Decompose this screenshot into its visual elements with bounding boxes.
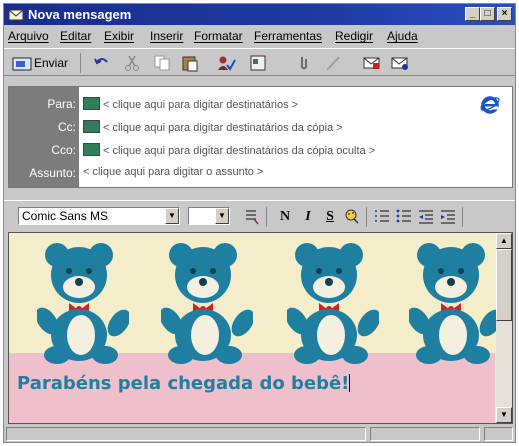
- subject-field-placeholder: < clique aqui para digitar o assunto >: [83, 166, 264, 178]
- minimize-button[interactable]: _: [465, 7, 480, 21]
- cc-label: Cc:: [58, 120, 76, 134]
- font-name-select[interactable]: Comic Sans MS ▼: [18, 207, 180, 225]
- attach-icon[interactable]: [294, 54, 314, 72]
- close-button[interactable]: ×: [497, 7, 512, 21]
- formatting-toolbar: Comic Sans MS ▼ ▼ N I S: [4, 200, 515, 230]
- encrypt-message-icon[interactable]: [390, 54, 410, 72]
- paste-icon[interactable]: [180, 54, 200, 72]
- bcc-label: Cco:: [51, 143, 76, 157]
- menu-ajuda[interactable]: Ajuda: [387, 26, 418, 46]
- teddy-bear-image: [409, 243, 501, 364]
- status-bar: [4, 426, 515, 442]
- bcc-field[interactable]: < clique aqui para digitar destinatários…: [83, 143, 375, 157]
- teddy-bear-image: [287, 243, 379, 364]
- chevron-down-icon[interactable]: ▼: [165, 208, 179, 224]
- increase-indent-icon[interactable]: [440, 208, 456, 226]
- maximize-button[interactable]: □: [480, 7, 495, 21]
- bold-button[interactable]: N: [276, 208, 294, 226]
- signature-icon[interactable]: [324, 54, 344, 72]
- title-bar[interactable]: Nova mensagem _ □ ×: [4, 4, 515, 25]
- scrollbar-thumb[interactable]: [496, 249, 512, 321]
- main-toolbar: Enviar: [4, 48, 515, 76]
- font-name-value: Comic Sans MS: [22, 209, 109, 223]
- chevron-down-icon[interactable]: ▼: [215, 208, 229, 224]
- compose-window: Nova mensagem _ □ × Arquivo Editar Exibi…: [3, 3, 516, 443]
- font-size-select[interactable]: ▼: [188, 207, 230, 225]
- status-pane: [6, 427, 366, 441]
- resize-grip[interactable]: [484, 427, 513, 441]
- envelope-window-icon: [8, 9, 24, 21]
- internet-explorer-logo-icon: [480, 96, 500, 114]
- message-body-editor[interactable]: Parabéns pela chegada do bebê! ▲ ▼: [8, 232, 513, 424]
- subject-field[interactable]: < clique aqui para digitar o assunto >: [83, 166, 263, 178]
- bcc-field-placeholder: < clique aqui para digitar destinatários…: [103, 145, 376, 157]
- status-pane: [370, 427, 480, 441]
- cc-field[interactable]: < clique aqui para digitar destinatários…: [83, 120, 343, 134]
- teddy-bear-image: [37, 243, 129, 364]
- to-label: Para:: [47, 97, 76, 111]
- menu-formatar[interactable]: Formatar: [194, 26, 243, 46]
- to-field[interactable]: < clique aqui para digitar destinatários…: [83, 97, 298, 111]
- teddy-bear-image: [161, 243, 253, 364]
- message-body-text[interactable]: Parabéns pela chegada do bebê!: [17, 373, 351, 394]
- font-color-icon[interactable]: [344, 208, 360, 226]
- cc-field-placeholder: < clique aqui para digitar destinatários…: [103, 122, 343, 134]
- vertical-scrollbar[interactable]: ▲ ▼: [496, 233, 512, 423]
- underline-button[interactable]: S: [322, 208, 338, 226]
- menu-redigir[interactable]: Redigir: [335, 26, 373, 46]
- sign-message-icon[interactable]: [362, 54, 382, 72]
- scroll-up-icon[interactable]: ▲: [496, 233, 512, 249]
- address-card-icon[interactable]: [83, 143, 100, 156]
- italic-button[interactable]: I: [300, 208, 316, 226]
- send-icon: [12, 57, 32, 71]
- menu-editar[interactable]: Editar: [60, 26, 91, 46]
- menu-exibir[interactable]: Exibir: [104, 26, 134, 46]
- decrease-indent-icon[interactable]: [418, 208, 434, 226]
- subject-label: Assunto:: [29, 166, 76, 180]
- send-button[interactable]: Enviar: [34, 53, 68, 73]
- scroll-down-icon[interactable]: ▼: [496, 407, 512, 423]
- menu-arquivo[interactable]: Arquivo: [8, 26, 49, 46]
- copy-icon[interactable]: [152, 54, 172, 72]
- text-caret: [349, 374, 351, 392]
- cut-icon[interactable]: [122, 54, 142, 72]
- paragraph-style-icon[interactable]: [244, 208, 260, 226]
- undo-icon[interactable]: [92, 54, 112, 72]
- menu-ferramentas[interactable]: Ferramentas: [254, 26, 322, 46]
- numbered-list-icon[interactable]: [374, 208, 390, 226]
- address-book-icon[interactable]: [248, 54, 268, 72]
- message-header: Para: Cc: Cco: Assunto: < clique aqui pa…: [8, 86, 513, 188]
- menu-inserir[interactable]: Inserir: [150, 26, 183, 46]
- message-text: Parabéns pela chegada do bebê!: [17, 373, 350, 394]
- address-card-icon[interactable]: [83, 97, 100, 110]
- address-card-icon[interactable]: [83, 120, 100, 133]
- to-field-placeholder: < clique aqui para digitar destinatários…: [103, 99, 299, 111]
- window-title: Nova mensagem: [28, 7, 132, 22]
- check-names-icon[interactable]: [216, 54, 236, 72]
- bulleted-list-icon[interactable]: [396, 208, 412, 226]
- menu-bar: Arquivo Editar Exibir Inserir Formatar F…: [4, 26, 515, 46]
